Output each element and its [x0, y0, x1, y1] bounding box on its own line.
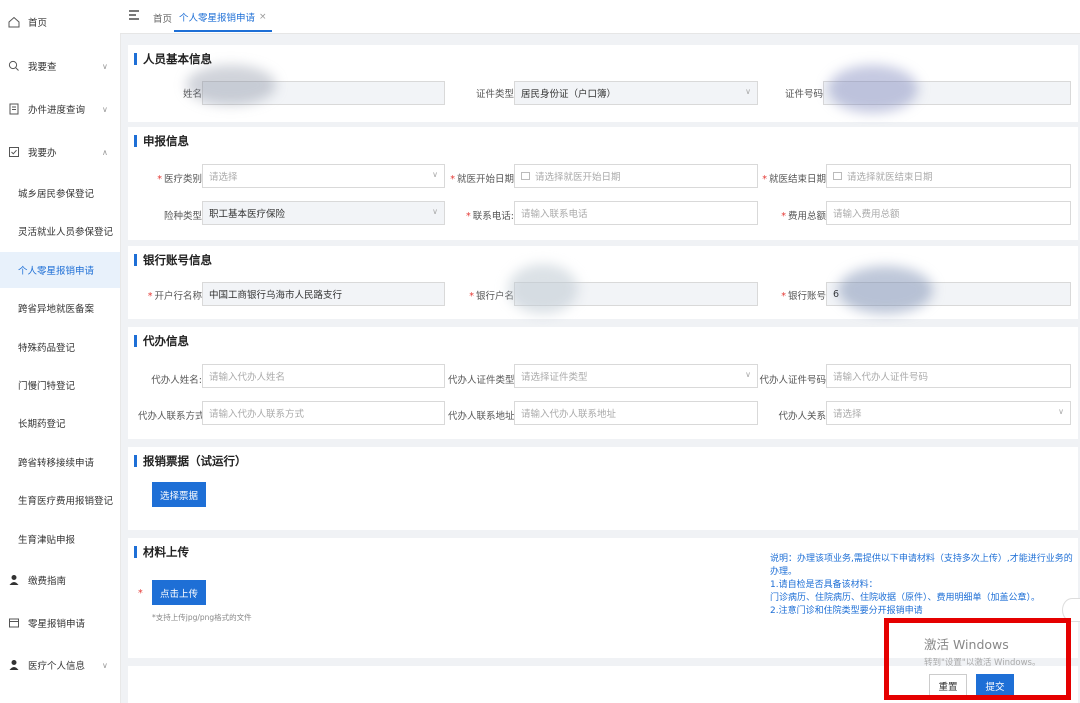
- med-type-select[interactable]: 请选择 ∨: [202, 164, 445, 188]
- end-date-picker[interactable]: 请选择就医结束日期: [826, 164, 1071, 188]
- basic-info-section: 人员基本信息 姓名 证件类型 居民身份证（户口簿） ∨ 证件号码: [128, 45, 1078, 122]
- sidebar-item-long-term-drug[interactable]: 长期药登记: [0, 405, 120, 441]
- nav-guide[interactable]: 缴费指南: [0, 572, 120, 588]
- agent-relation-select[interactable]: 请选择 ∨: [826, 401, 1071, 425]
- close-icon[interactable]: ×: [259, 12, 267, 22]
- calendar-icon: [521, 172, 530, 180]
- chevron-down-icon: ∨: [745, 370, 751, 379]
- nav-query[interactable]: 我要查 ∨: [0, 58, 120, 74]
- start-date-label: * 就医开始日期: [450, 174, 514, 185]
- cert-type-select[interactable]: 居民身份证（户口簿） ∨: [514, 81, 758, 105]
- sidebar-item-cross-province[interactable]: 跨省异地就医备案: [0, 290, 120, 326]
- search-icon: [8, 60, 20, 72]
- declare-info-section: 申报信息 * 医疗类别 请选择 ∨ * 就医开始日期 请选择就医开始日期 * 就医结束…: [128, 127, 1078, 240]
- chevron-down-icon: ∨: [1058, 407, 1064, 416]
- menu-toggle-icon[interactable]: [128, 9, 140, 21]
- top-bar: 首页 个人零星报销申请 ×: [120, 0, 1080, 34]
- total-label: * 费用总额: [781, 211, 826, 222]
- section-title: 人员基本信息: [134, 53, 212, 65]
- form-icon: [8, 617, 20, 629]
- phone-label: * 联系电话:: [466, 211, 514, 222]
- sidebar-item-urban-rural[interactable]: 城乡居民参保登记: [0, 175, 120, 211]
- bank-name-field[interactable]: 中国工商银行乌海市人民路支行: [202, 282, 445, 306]
- sidebar-item-maternity-allowance[interactable]: 生育津贴申报: [0, 521, 120, 557]
- agent-cert-no-label: 代办人证件号码: [759, 375, 826, 386]
- calendar-icon: [833, 172, 842, 180]
- document-icon: [8, 103, 20, 115]
- agent-contact-label: 代办人联系方式: [138, 411, 205, 422]
- sidebar-item-chronic[interactable]: 门慢门特登记: [0, 367, 120, 403]
- agent-relation-label: 代办人关系: [778, 411, 826, 422]
- upload-button[interactable]: 点击上传: [152, 580, 206, 605]
- account-name-label: * 银行户名: [469, 291, 514, 302]
- end-date-label: * 就医结束日期: [762, 174, 826, 185]
- chevron-down-icon: ∨: [432, 207, 438, 216]
- agent-cert-type-select[interactable]: 请选择证件类型 ∨: [514, 364, 758, 388]
- agent-address-label: 代办人联系地址: [448, 411, 515, 422]
- start-date-picker[interactable]: 请选择就医开始日期: [514, 164, 758, 188]
- chevron-down-icon: ∨: [102, 660, 108, 670]
- redaction-blur: [186, 65, 276, 105]
- total-input[interactable]: 请输入费用总额: [826, 201, 1071, 225]
- sidebar-item-flexible[interactable]: 灵活就业人员参保登记: [0, 213, 120, 249]
- nav-personal[interactable]: 医疗个人信息 ∨: [0, 657, 120, 673]
- chevron-up-icon: ∧: [102, 147, 108, 157]
- nav-progress[interactable]: 办件进度查询 ∨: [0, 101, 120, 117]
- agent-address-input[interactable]: 请输入代办人联系地址: [514, 401, 758, 425]
- tab-home[interactable]: 首页: [153, 11, 172, 25]
- home-icon: [8, 16, 20, 28]
- checklist-icon: [8, 146, 20, 158]
- select-invoice-button[interactable]: 选择票据: [152, 482, 206, 507]
- upload-hint: *支持上传jpg/png格式的文件: [152, 613, 252, 622]
- sidebar-item-personal-reimburse[interactable]: 个人零星报销申请: [0, 252, 120, 288]
- section-title: 报销票据（试运行）: [134, 455, 247, 467]
- account-no-label: * 银行账号: [781, 291, 826, 302]
- chevron-down-icon: ∨: [432, 170, 438, 179]
- chevron-down-icon: ∨: [102, 61, 108, 71]
- nav-reimburse[interactable]: 零星报销申请: [0, 615, 120, 631]
- tab-personal-reimburse[interactable]: 个人零星报销申请 ×: [174, 4, 272, 32]
- agent-info-section: 代办信息 代办人姓名: 请输入代办人姓名 代办人证件类型 请选择证件类型 ∨ 代…: [128, 327, 1078, 439]
- section-title: 代办信息: [134, 335, 189, 347]
- upload-notes: 说明：办理该项业务,需提供以下申请材料（支持多次上传）,才能进行业务的办理。 1…: [770, 554, 1073, 616]
- med-type-label: * 医疗类别: [157, 174, 202, 185]
- cert-no-label: 证件号码: [784, 89, 823, 100]
- agent-contact-input[interactable]: 请输入代办人联系方式: [202, 401, 445, 425]
- highlight-box: [884, 618, 1071, 700]
- redaction-blur: [828, 65, 918, 113]
- redaction-blur: [838, 266, 933, 314]
- agent-name-input[interactable]: 请输入代办人姓名: [202, 364, 445, 388]
- invoice-section: 报销票据（试运行） 选择票据: [128, 447, 1078, 530]
- chevron-down-icon: ∨: [102, 104, 108, 114]
- section-title: 材料上传: [134, 546, 189, 558]
- bank-name-label: * 开户行名称: [147, 291, 202, 302]
- chevron-down-icon: ∨: [745, 87, 751, 96]
- user-icon: [8, 659, 20, 671]
- section-title: 银行账号信息: [134, 254, 212, 266]
- agent-cert-type-label: 代办人证件类型: [448, 375, 515, 386]
- phone-input[interactable]: 请输入联系电话: [514, 201, 758, 225]
- ins-type-select[interactable]: 职工基本医疗保险 ∨: [202, 201, 445, 225]
- section-title: 申报信息: [134, 135, 189, 147]
- sidebar-item-special-drug[interactable]: 特殊药品登记: [0, 329, 120, 365]
- redaction-blur: [508, 264, 578, 314]
- agent-name-label: 代办人姓名:: [151, 375, 202, 386]
- sidebar-item-maternity-medical[interactable]: 生育医疗费用报销登记: [0, 482, 120, 518]
- user-icon: [8, 574, 20, 586]
- sidebar-item-transfer[interactable]: 跨省转移接续申请: [0, 444, 120, 480]
- sidebar: 首页 我要查 ∨ 办件进度查询 ∨ 我要办 ∧ 城乡居民参保登记 灵活就业人员参…: [0, 0, 121, 703]
- cert-type-label: 证件类型: [475, 89, 514, 100]
- ins-type-label: 险种类型: [163, 211, 202, 222]
- nav-todo[interactable]: 我要办 ∧: [0, 144, 120, 160]
- nav-home[interactable]: 首页: [0, 14, 120, 30]
- bank-info-section: 银行账号信息 * 开户行名称 中国工商银行乌海市人民路支行 * 银行户名 * 银行账号…: [128, 246, 1078, 319]
- agent-cert-no-input[interactable]: 请输入代办人证件号码: [826, 364, 1071, 388]
